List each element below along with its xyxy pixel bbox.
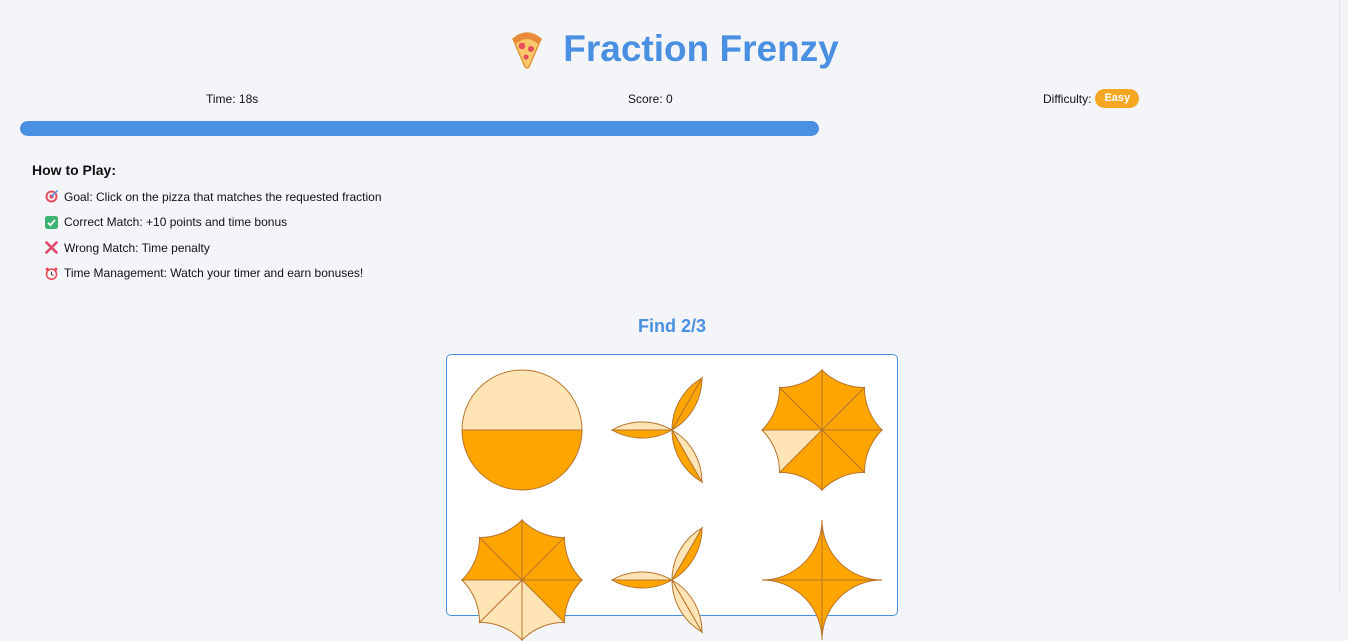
pizza-icon bbox=[512, 32, 543, 69]
pizza-slice-filled bbox=[821, 579, 883, 641]
page-title: Fraction Frenzy bbox=[563, 28, 839, 69]
target-icon bbox=[45, 190, 58, 203]
pizza-option-2[interactable] bbox=[611, 369, 733, 491]
pizza-option-5[interactable] bbox=[611, 519, 733, 641]
instructions-title: How to Play: bbox=[32, 162, 117, 178]
pizza-slice-filled bbox=[761, 519, 823, 581]
pizza-option-1[interactable] bbox=[461, 369, 583, 491]
pizza-option-6[interactable] bbox=[761, 519, 883, 641]
check-icon bbox=[45, 215, 58, 229]
score-display: Score: 0 bbox=[628, 92, 673, 106]
title-bar: Fraction Frenzy bbox=[0, 26, 1348, 72]
alarm-clock-icon bbox=[45, 267, 58, 280]
instruction-item: Time Management: Watch your timer and ea… bbox=[45, 261, 382, 287]
instructions-panel: How to Play: Goal: Click on the pizza th… bbox=[32, 162, 382, 286]
instruction-item: Correct Match: +10 points and time bonus bbox=[45, 210, 382, 236]
pizza-slice-filled bbox=[761, 579, 823, 641]
pizza-slice-filled bbox=[461, 429, 583, 491]
scrollbar[interactable] bbox=[1339, 0, 1348, 592]
difficulty-label: Difficulty: bbox=[1043, 91, 1092, 106]
timer-progress-fill bbox=[20, 121, 819, 136]
fraction-prompt: Find 2/3 bbox=[637, 316, 706, 336]
difficulty-display: Difficulty: Easy bbox=[1043, 89, 1140, 108]
time-display: Time: 18s bbox=[206, 92, 259, 106]
cross-icon bbox=[45, 241, 58, 255]
difficulty-badge: Easy bbox=[1095, 89, 1140, 108]
pizza-option-4[interactable] bbox=[461, 519, 583, 641]
pizza-slice-filled bbox=[821, 519, 883, 581]
instruction-item: Wrong Match: Time penalty bbox=[45, 235, 382, 261]
pizza-board bbox=[446, 354, 898, 641]
pizza-option-3[interactable] bbox=[761, 369, 883, 491]
pizza-slice-empty bbox=[461, 369, 583, 431]
timer-progress-bar bbox=[20, 121, 819, 136]
instruction-item: Goal: Click on the pizza that matches th… bbox=[45, 184, 382, 210]
